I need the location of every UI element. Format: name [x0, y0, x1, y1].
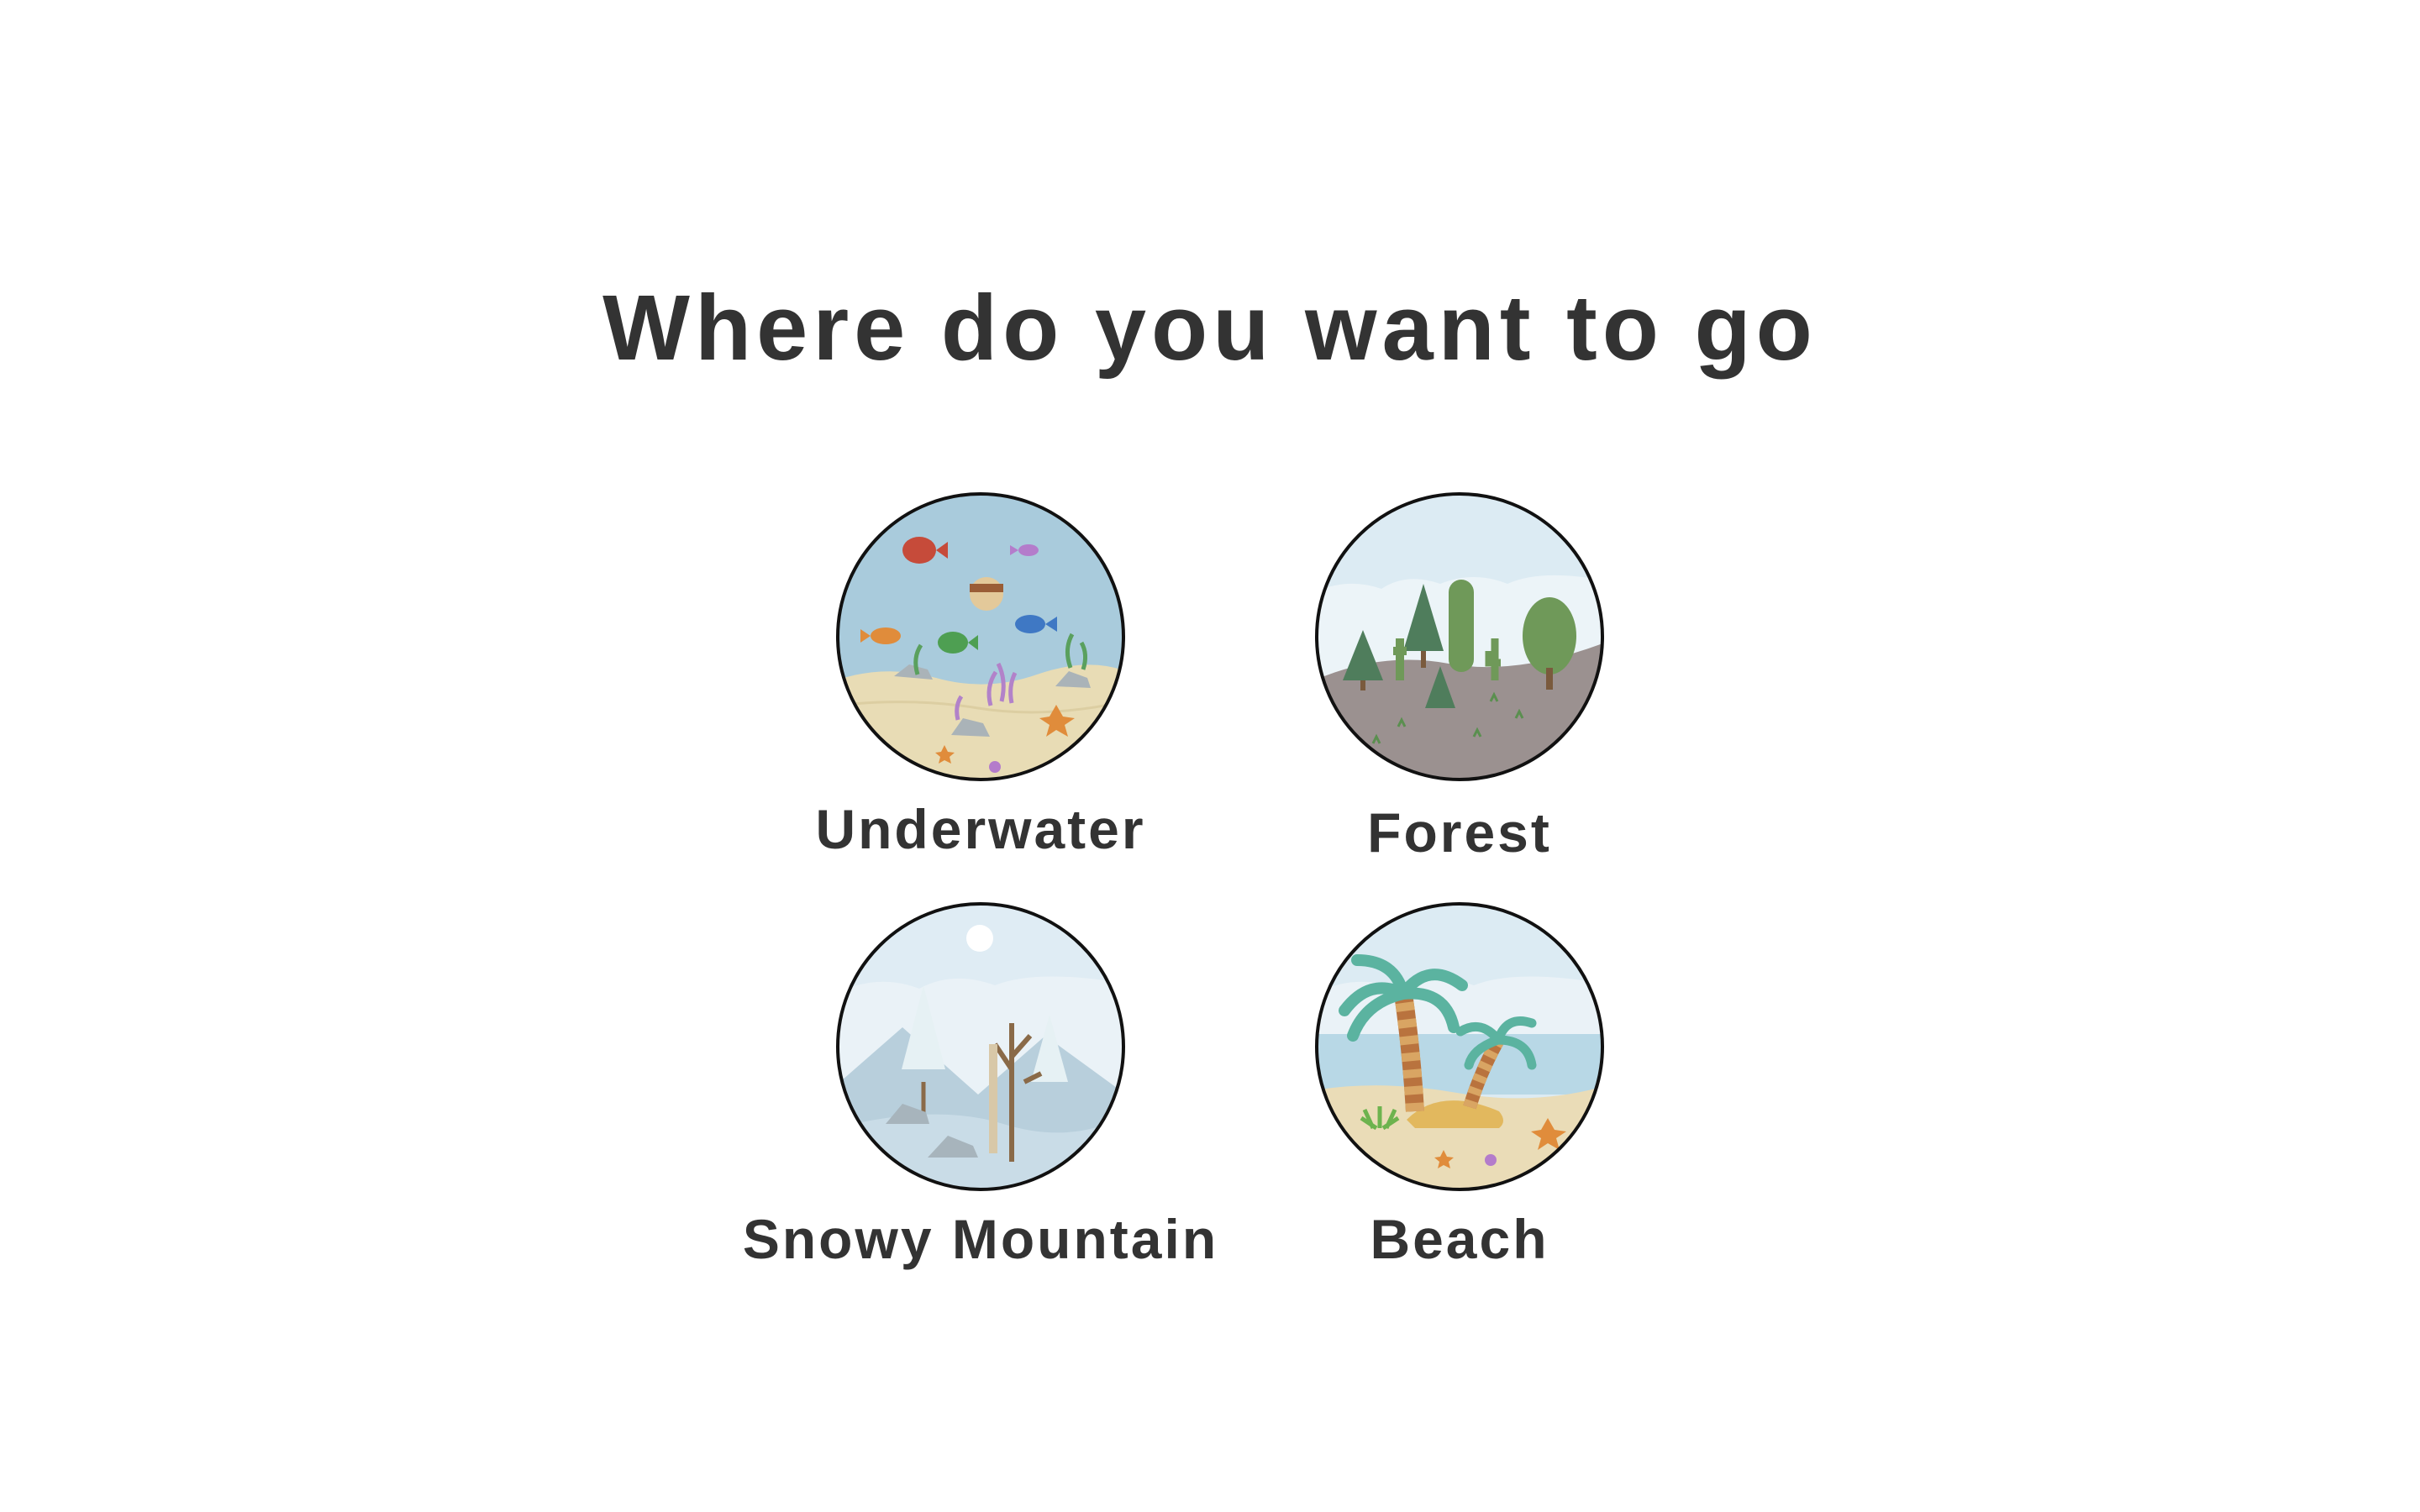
destination-beach[interactable]: Beach: [1165, 901, 1754, 1288]
snowy-mountain-scene-icon[interactable]: [835, 901, 1126, 1192]
destination-label-forest: Forest: [1367, 801, 1552, 864]
destination-label-beach: Beach: [1370, 1208, 1549, 1270]
page-title: Where do you want to go: [602, 276, 1818, 380]
beach-scene-icon[interactable]: [1314, 901, 1605, 1192]
destination-forest[interactable]: Forest: [1165, 491, 1754, 878]
forest-scene-icon[interactable]: [1314, 491, 1605, 782]
underwater-scene-icon[interactable]: [835, 491, 1126, 782]
